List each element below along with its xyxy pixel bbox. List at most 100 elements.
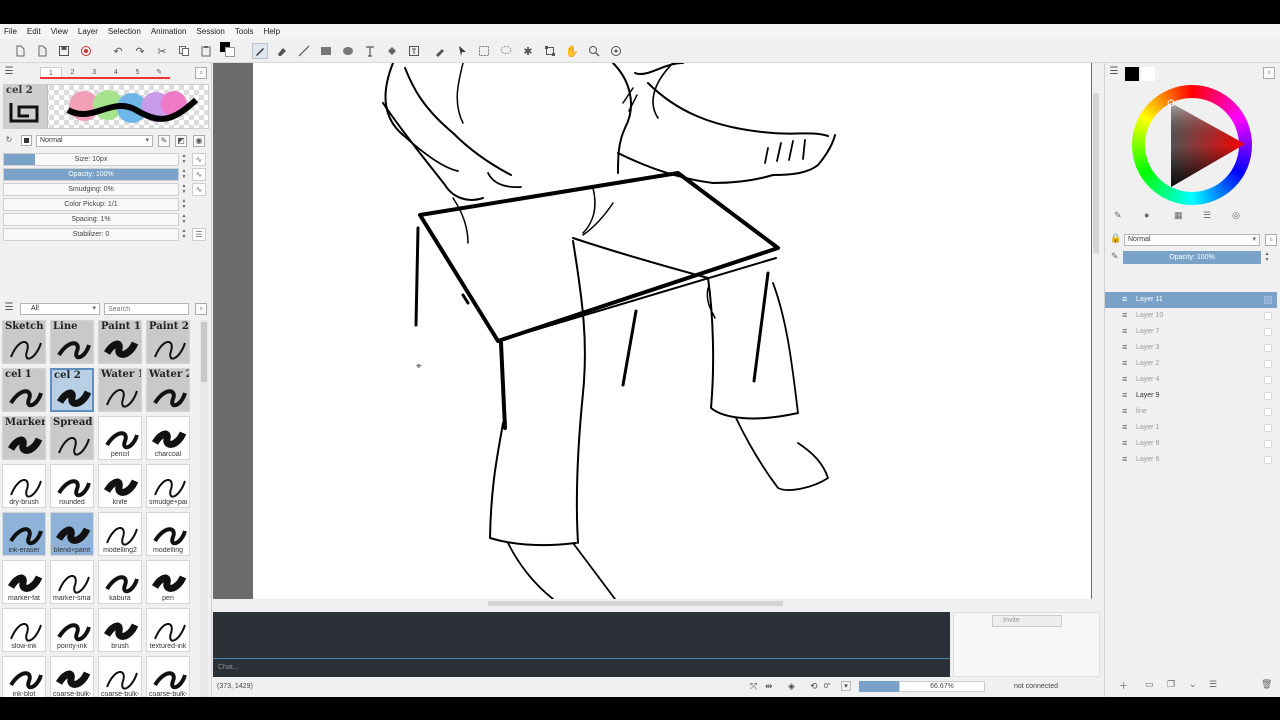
brush-grid-scroll-thumb[interactable] (201, 322, 207, 382)
merge-down-icon[interactable]: ⌄ (1189, 679, 1197, 690)
open-document-icon[interactable] (34, 43, 50, 59)
brush-slot-4[interactable]: 4 (105, 67, 127, 77)
foreground-color-swatch[interactable] (1125, 67, 1139, 81)
color-pickup-slider[interactable]: Color Pickup: 1/1 (3, 198, 179, 211)
canvas-vertical-scrollbar[interactable] (1092, 63, 1100, 607)
layer-row[interactable]: ≡ Layer 4 (1105, 372, 1277, 388)
layer-visibility-checkbox[interactable] (1264, 440, 1272, 448)
chat-input[interactable]: Chat... (213, 658, 950, 677)
layer-row[interactable]: ≡ Layer 2 (1105, 356, 1277, 372)
layer-visibility-checkbox[interactable] (1264, 344, 1272, 352)
color-triangle[interactable] (1165, 99, 1251, 195)
brush-mode-icon[interactable]: ✎ (158, 135, 170, 147)
rect-select-icon[interactable] (476, 43, 492, 59)
rotation-value[interactable]: 0° (824, 683, 831, 690)
brush-grid-scrollbar[interactable] (200, 320, 208, 697)
layer-row[interactable]: ≡ line (1105, 404, 1277, 420)
layers-float-icon[interactable]: ▫ (1265, 234, 1277, 246)
brush-preset-brush[interactable]: brush (98, 608, 142, 652)
brush-preset-ink-eraser[interactable]: ink-eraser (2, 512, 46, 556)
smudging-slider[interactable]: Smudging: 0% (3, 183, 179, 196)
tab-color-icon[interactable]: ● (1144, 210, 1149, 220)
brush-tool-icon[interactable] (252, 43, 268, 59)
brush-preset-modelling2[interactable]: modelling2 (98, 512, 142, 556)
menu-layer[interactable]: Layer (78, 27, 98, 36)
tab-wheel-icon[interactable]: ◎ (1232, 210, 1240, 221)
smudging-curve-icon[interactable]: ∿ (192, 183, 206, 196)
color-pickup-spinner[interactable]: ▲ ▼ (180, 198, 188, 211)
opacity-spinner[interactable]: ▲ ▼ (180, 168, 188, 181)
zoom-input[interactable]: 66.67% (899, 681, 985, 692)
record-icon[interactable] (78, 43, 94, 59)
brush-preset-knife[interactable]: knife (98, 464, 142, 508)
move-tool-icon[interactable] (454, 43, 470, 59)
brush-search-input[interactable] (104, 303, 189, 315)
layer-visibility-checkbox[interactable] (1264, 424, 1272, 432)
brush-preset-marker[interactable]: Marker (2, 416, 46, 460)
brush-preset-spread[interactable]: Spread (50, 416, 94, 460)
size-spinner[interactable]: ▲ ▼ (180, 153, 188, 166)
color-swap-icon[interactable] (218, 41, 235, 57)
layer-row[interactable]: ≡ Layer 7 (1105, 324, 1277, 340)
add-group-icon[interactable]: ▭ (1145, 679, 1154, 690)
brush-list-float-icon[interactable]: ▫ (195, 303, 207, 315)
undo-icon[interactable]: ↶ (110, 43, 126, 59)
text-tool-icon[interactable] (362, 43, 378, 59)
menu-file[interactable]: File (4, 27, 17, 36)
layer-opacity-slider[interactable]: Opacity: 100% (1123, 251, 1261, 264)
lock-layer-icon[interactable]: 🔒 (1110, 233, 1121, 244)
save-icon[interactable] (56, 43, 72, 59)
brush-preset-charcoal[interactable]: charcoal (146, 416, 190, 460)
brush-preset-sketch[interactable]: Sketch (2, 320, 46, 364)
layer-visibility-checkbox[interactable] (1264, 296, 1272, 304)
background-color-swatch[interactable] (1141, 67, 1155, 81)
brush-preset-slow-ink[interactable]: slow-ink (2, 608, 46, 652)
reset-brush-icon[interactable]: ↻ (3, 135, 15, 147)
brush-preset-cel-2[interactable]: cel 2 (50, 368, 94, 412)
lock-alpha-icon[interactable]: ◉ (193, 135, 205, 147)
opacity-curve-icon[interactable]: ∿ (192, 168, 206, 181)
layer-row[interactable]: ≡ Layer 10 (1105, 308, 1277, 324)
rotate-icon[interactable]: ⟲ (810, 681, 818, 692)
tab-palette-icon[interactable]: ▦ (1174, 210, 1183, 221)
brush-preset-kabura[interactable]: kabura (98, 560, 142, 604)
rotate-lock-icon[interactable]: ◈ (788, 681, 795, 692)
layer-visibility-checkbox[interactable] (1264, 456, 1272, 464)
brush-preset-paint-1[interactable]: Paint 1 (98, 320, 142, 364)
stabilizer-slider[interactable]: Stabilizer: 0 (3, 228, 179, 241)
brush-category-select[interactable]: All (20, 303, 100, 315)
brush-slot-1[interactable]: 1 (40, 67, 62, 77)
smudging-spinner[interactable]: ▲ ▼ (180, 183, 188, 196)
duplicate-layer-icon[interactable]: ❐ (1167, 679, 1175, 690)
ellipse-tool-icon[interactable] (340, 43, 356, 59)
brush-preset-modelling[interactable]: modelling (146, 512, 190, 556)
menu-tools[interactable]: Tools (235, 27, 254, 36)
brush-list-menu-icon[interactable]: ☰ (3, 303, 15, 315)
layer-visibility-checkbox[interactable] (1264, 328, 1272, 336)
brush-blend-mode-select[interactable]: Normal (36, 135, 153, 147)
zoom-icon[interactable] (586, 43, 602, 59)
brush-preset-pencil[interactable]: pencil (98, 416, 142, 460)
canvas-vscroll-thumb[interactable] (1093, 93, 1099, 253)
new-document-icon[interactable] (12, 43, 28, 59)
layer-properties-icon[interactable]: ☰ (1209, 679, 1217, 690)
delete-layer-icon[interactable]: 🗑 (1261, 679, 1272, 690)
brush-preset-ink-blot[interactable]: ink-blot (2, 656, 46, 697)
eraser-slot-icon[interactable]: ✎ (148, 67, 170, 77)
brush-preset-water-1[interactable]: Water 1 (98, 368, 142, 412)
line-tool-icon[interactable] (296, 43, 312, 59)
menu-help[interactable]: Help (264, 27, 280, 36)
canvas-viewport[interactable]: ⌖ (213, 63, 1100, 608)
add-layer-icon[interactable]: ＋ (1119, 679, 1128, 692)
color-panel-float-icon[interactable]: ▫ (1263, 67, 1275, 79)
transform-icon[interactable] (542, 43, 558, 59)
layer-edit-icon[interactable]: ✎ (1111, 251, 1119, 262)
layer-row[interactable]: ≡ Layer 8 (1105, 436, 1277, 452)
invite-button[interactable]: Invite (992, 615, 1062, 627)
size-slider[interactable]: Size: 10px (3, 153, 179, 166)
tab-sliders-icon[interactable]: ☰ (1203, 210, 1211, 221)
brush-slot-5[interactable]: 5 (127, 67, 149, 77)
brush-preset-marker-small[interactable]: marker-small (50, 560, 94, 604)
annotation-tool-icon[interactable] (406, 43, 422, 59)
layer-row[interactable]: ≡ Layer 11 (1105, 292, 1277, 308)
